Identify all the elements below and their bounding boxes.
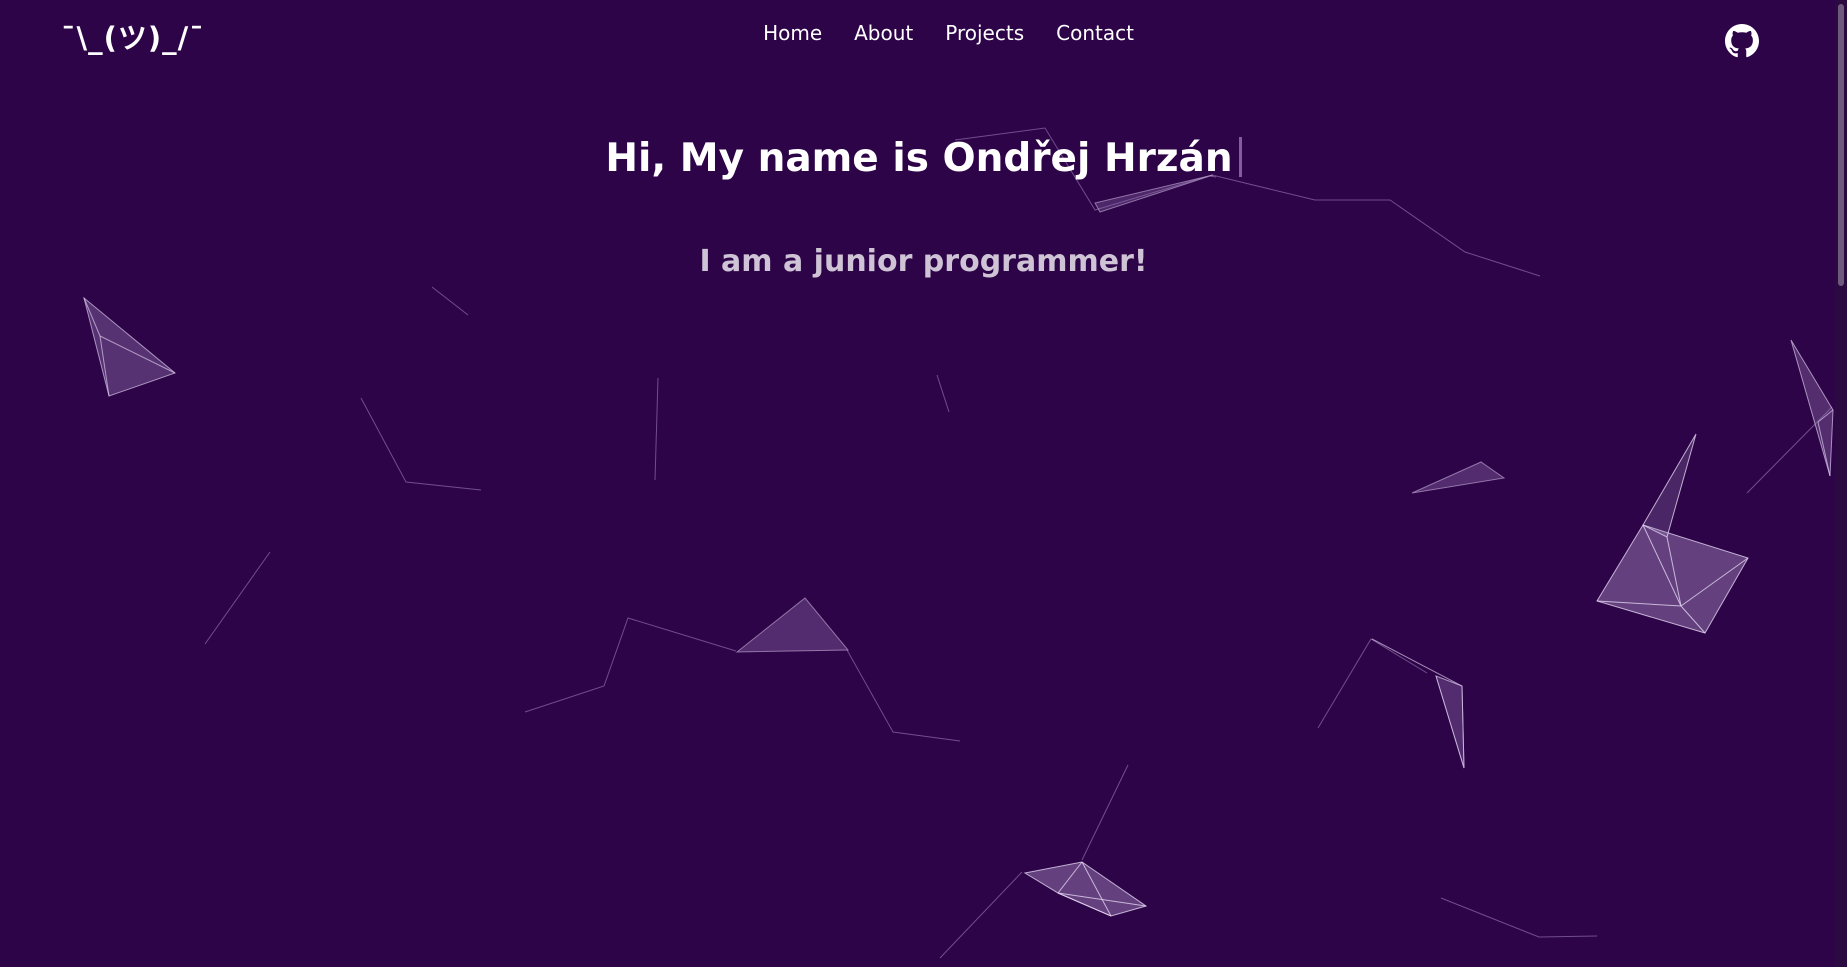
scrollbar[interactable]	[1835, 0, 1847, 967]
github-icon[interactable]	[1725, 24, 1759, 58]
hero-subtitle: I am a junior programmer!	[699, 244, 1148, 279]
main-nav: Home About Projects Contact	[0, 21, 1847, 45]
nav-item-projects[interactable]: Projects	[945, 21, 1024, 45]
nav-item-home[interactable]: Home	[763, 21, 822, 45]
hero-title: Hi, My name is Ondřej Hrzán	[0, 136, 1847, 181]
typing-cursor	[1238, 137, 1242, 177]
scrollbar-thumb[interactable]	[1838, 4, 1844, 286]
hero-title-text: Hi, My name is Ondřej Hrzán	[605, 136, 1233, 181]
nav-item-contact[interactable]: Contact	[1056, 21, 1134, 45]
nav-item-about[interactable]: About	[854, 21, 913, 45]
page: ¯\_(ツ)_/¯ Home About Projects Contact Hi…	[0, 0, 1847, 967]
